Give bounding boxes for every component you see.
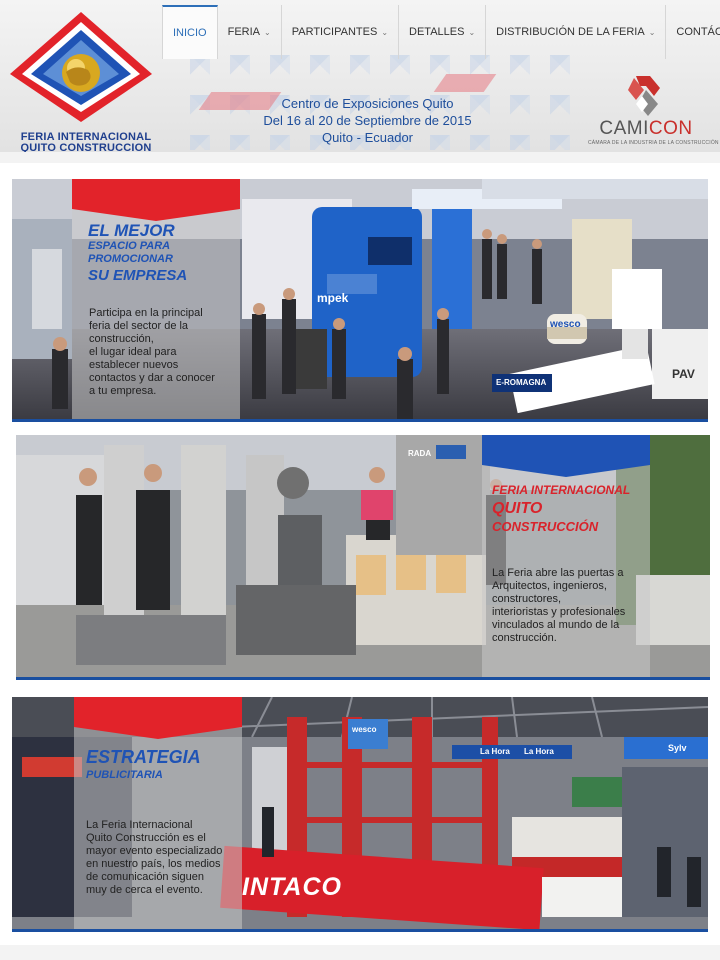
desc-line: establecer nuevos [89, 359, 179, 371]
banner-3[interactable]: INTACO La Hora La Hora wesco Sylv ESTRAT… [12, 697, 708, 932]
sponsor-name-part2: CON [648, 118, 693, 139]
nav-label: FERIA [227, 26, 261, 38]
nav-label: DETALLES [409, 26, 465, 38]
sponsor-name-part1: CAMI [599, 118, 649, 139]
chevron-down-icon: ⌄ [468, 27, 476, 37]
intaco-sign: INTACO [242, 873, 342, 901]
event-venue: Centro de Exposiciones Quito [281, 96, 454, 111]
banner-1[interactable]: EL MEJOR ESPACIO PARA PROMOCIONAR SU EMP… [12, 179, 708, 422]
chevron-down-icon: ⌄ [381, 27, 389, 37]
content-panel: EL MEJOR ESPACIO PARA PROMOCIONAR SU EMP… [0, 163, 720, 945]
booth-sign: RADA [408, 449, 432, 458]
desc-line: La Feria abre las puertas a [492, 567, 624, 579]
booth-sign: E-ROMAGNA [496, 378, 547, 387]
banner-1-subheading-1: ESPACIO PARA [88, 240, 171, 252]
event-info: Centro de Exposiciones Quito Del 16 al 2… [240, 95, 495, 146]
booth-sign: wesco [550, 319, 581, 330]
chevron-down-icon: ⌄ [264, 27, 271, 37]
desc-line: contactos y dar a conocer [89, 372, 215, 384]
desc-line: muy de cerca el evento. [86, 884, 203, 896]
desc-line: La Feria Internacional [86, 819, 193, 831]
nav-item-inicio[interactable]: INICIO [162, 5, 218, 59]
banner-2-description: La Feria abre las puertas a Arquitectos,… [492, 567, 625, 645]
desc-line: de comunicación siguen [86, 871, 205, 883]
desc-line: constructores, [492, 593, 562, 605]
banner-1-ribbon [72, 179, 240, 221]
banner-2-heading-2: QUITO [492, 500, 543, 517]
banner-1-heading: EL MEJOR [88, 221, 175, 240]
sponsor-subtitle: CÁMARA DE LA INDUSTRIA DE LA CONSTRUCCIÓ… [588, 140, 719, 146]
desc-line: mayor evento especializado [86, 845, 223, 857]
nav-label: CONTÁCTENOS [676, 26, 720, 38]
desc-line: construcción, [89, 333, 154, 345]
site-header: FERIA INTERNACIONAL QUITO CONSTRUCCION I… [0, 0, 720, 152]
banner-1-text-panel: EL MEJOR ESPACIO PARA PROMOCIONAR SU EMP… [72, 179, 240, 419]
booth-sign: La Hora [480, 747, 510, 756]
banner-2[interactable]: RADA FERIA INTERNACIONAL QUITO CONSTRUCC… [16, 435, 710, 680]
chevron-down-icon: ⌄ [648, 27, 656, 37]
nav-item-feria[interactable]: FERIA ⌄ [218, 5, 282, 59]
booth-sign: La Hora [524, 747, 554, 756]
sponsor-logo[interactable]: CAMICON CÁMARA DE LA INDUSTRIA DE LA CON… [588, 74, 719, 150]
booth-sign: Sylv [668, 743, 687, 753]
banner-1-subheading-2: PROMOCIONAR [88, 253, 173, 265]
banner-3-text-panel: ESTRATEGIA PUBLICITARIA La Feria Interna… [74, 697, 242, 929]
desc-line: Participa en la principal [89, 307, 203, 319]
banner-3-ribbon [74, 697, 242, 739]
logo-line-2: QUITO CONSTRUCCION [20, 142, 152, 153]
booth-sign: PAV [672, 367, 695, 381]
desc-line: vinculados al mundo de la [492, 619, 620, 631]
desc-line: Arquitectos, ingenieros, [492, 580, 607, 592]
main-nav: INICIO FERIA ⌄ PARTICIPANTES ⌄ DETALLES … [162, 5, 720, 59]
desc-line: construcción. [492, 632, 557, 644]
site-logo[interactable]: FERIA INTERNACIONAL QUITO CONSTRUCCION [6, 10, 156, 152]
sponsor-name: CAMICON [588, 118, 704, 140]
desc-line: interioristas y profesionales [492, 606, 626, 618]
event-dates: Del 16 al 20 de Septiembre de 2015 [263, 113, 472, 128]
nav-item-detalles[interactable]: DETALLES ⌄ [399, 5, 487, 59]
banner-2-heading-1: FERIA INTERNACIONAL [492, 483, 631, 497]
desc-line: feria del sector de la [89, 320, 189, 332]
logo-emblem-icon [10, 12, 152, 122]
desc-line: Quito Construcción es el [86, 832, 206, 844]
banner-3-heading: ESTRATEGIA [86, 747, 201, 767]
nav-item-distribucion[interactable]: DISTRIBUCIÓN DE LA FERIA ⌄ [486, 5, 667, 59]
desc-line: en nuestro país, los medios [86, 858, 221, 870]
banner-2-heading-3: CONSTRUCCIÓN [492, 519, 599, 534]
banner-3-description: La Feria Internacional Quito Construcció… [86, 819, 222, 897]
nav-item-participantes[interactable]: PARTICIPANTES ⌄ [282, 5, 400, 59]
logo-wordmark: FERIA INTERNACIONAL QUITO CONSTRUCCION [10, 132, 162, 153]
banner-2-ribbon [482, 435, 650, 477]
desc-line: a tu empresa. [89, 385, 157, 397]
event-location: Quito - Ecuador [321, 130, 414, 145]
banner-1-description: Participa en la principal feria del sect… [89, 307, 215, 398]
nav-label: PARTICIPANTES [291, 26, 378, 38]
nav-item-contactenos[interactable]: CONTÁCTENOS ⌄ [666, 5, 720, 59]
booth-sign: wesco [352, 725, 377, 734]
desc-line: el lugar ideal para [89, 346, 177, 358]
nav-label: INICIO [173, 27, 207, 39]
banner-2-text-panel: FERIA INTERNACIONAL QUITO CONSTRUCCIÓN L… [482, 435, 650, 677]
banner-3-subheading: PUBLICITARIA [86, 769, 163, 781]
banner-1-subheading-3: SU EMPRESA [88, 267, 188, 284]
booth-sign: mpek [317, 291, 349, 305]
camicon-emblem-icon [628, 76, 660, 116]
nav-label: DISTRIBUCIÓN DE LA FERIA [496, 26, 645, 38]
